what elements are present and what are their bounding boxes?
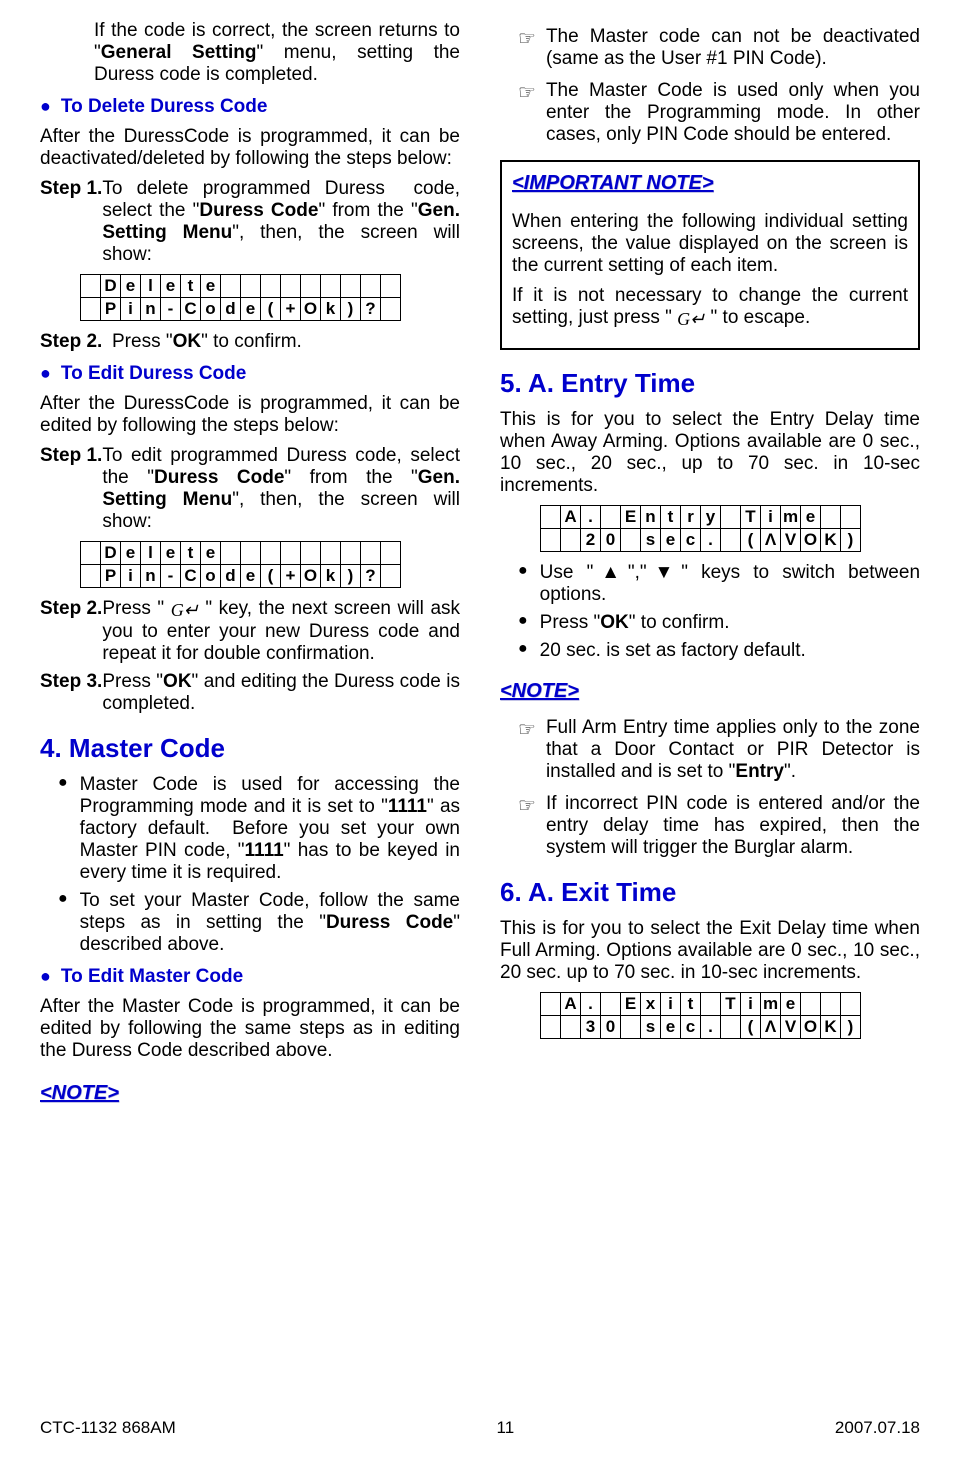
delete-duress-head: To Delete Duress Code: [40, 96, 460, 118]
g-key-icon: G↵: [171, 600, 199, 621]
lcd-entry: A.EntryTime 20sec.(ΛVOK): [540, 505, 861, 552]
edit-master-head: To Edit Master Code: [40, 966, 460, 988]
entry-time-text: This is for you to select the Entry Dela…: [500, 409, 920, 497]
important-note-box: <IMPORTANT NOTE> When entering the follo…: [500, 160, 920, 350]
entry-note-1: ☞ Full Arm Entry time applies only to th…: [518, 717, 920, 783]
footer-left: CTC-1132 868AM: [40, 1418, 176, 1438]
footer-center: 11: [497, 1418, 515, 1438]
entry-time-head: 5. A. Entry Time: [500, 368, 920, 399]
entry-bullet-2: ● Press "OK" to confirm.: [518, 612, 920, 634]
note-label-right: <NOTE>: [500, 680, 579, 703]
master-bullet-2: ● To set your Master Code, follow the sa…: [58, 890, 460, 956]
footer-right: 2007.07.18: [835, 1418, 920, 1438]
hand-icon: ☞: [518, 80, 536, 146]
important-note-label: <IMPORTANT NOTE>: [512, 172, 714, 195]
left-column: If the code is correct, the screen retur…: [40, 20, 460, 1113]
delete-intro: After the DuressCode is programmed, it c…: [40, 126, 460, 170]
lcd-delete: Delete Pin-Code(+Ok)?: [80, 274, 401, 321]
note-label-left: <NOTE>: [40, 1082, 119, 1105]
edit-step-1: Step 1. To edit programmed Duress code, …: [40, 445, 460, 533]
hand-icon: ☞: [518, 26, 536, 70]
exit-time-head: 6. A. Exit Time: [500, 877, 920, 908]
edit-step-3: Step 3. Press "OK" and editing the Dures…: [40, 671, 460, 715]
hand-icon: ☞: [518, 793, 536, 859]
hand-note-2: ☞ The Master Code is used only when you …: [518, 80, 920, 146]
delete-step-2: Step 2. Press "OK" to confirm.: [40, 331, 460, 353]
edit-master-text: After the Master Code is programmed, it …: [40, 996, 460, 1062]
entry-bullet-3: ● 20 sec. is set as factory default.: [518, 640, 920, 662]
g-key-icon: G↵: [677, 309, 705, 330]
edit-intro: After the DuressCode is programmed, it c…: [40, 393, 460, 437]
entry-note-2: ☞ If incorrect PIN code is entered and/o…: [518, 793, 920, 859]
hand-note-1: ☞ The Master code can not be deactivated…: [518, 26, 920, 70]
edit-step-2: Step 2. Press " G↵ " key, the next scree…: [40, 598, 460, 665]
edit-duress-head: To Edit Duress Code: [40, 363, 460, 385]
right-column: ☞ The Master code can not be deactivated…: [500, 20, 920, 1113]
delete-step-1: Step 1. To delete programmed Duress code…: [40, 178, 460, 266]
master-code-head: 4. Master Code: [40, 733, 460, 764]
master-bullet-1: ● Master Code is used for accessing the …: [58, 774, 460, 884]
entry-bullet-1: ● Use "▲","▼" keys to switch between opt…: [518, 562, 920, 606]
lcd-exit: A.ExitTime 30sec.(ΛVOK): [540, 992, 861, 1039]
intro-text: If the code is correct, the screen retur…: [94, 20, 460, 86]
hand-icon: ☞: [518, 717, 536, 783]
lcd-edit: Delete Pin-Code(+Ok)?: [80, 541, 401, 588]
exit-time-text: This is for you to select the Exit Delay…: [500, 918, 920, 984]
page-footer: CTC-1132 868AM 11 2007.07.18: [40, 1418, 920, 1438]
